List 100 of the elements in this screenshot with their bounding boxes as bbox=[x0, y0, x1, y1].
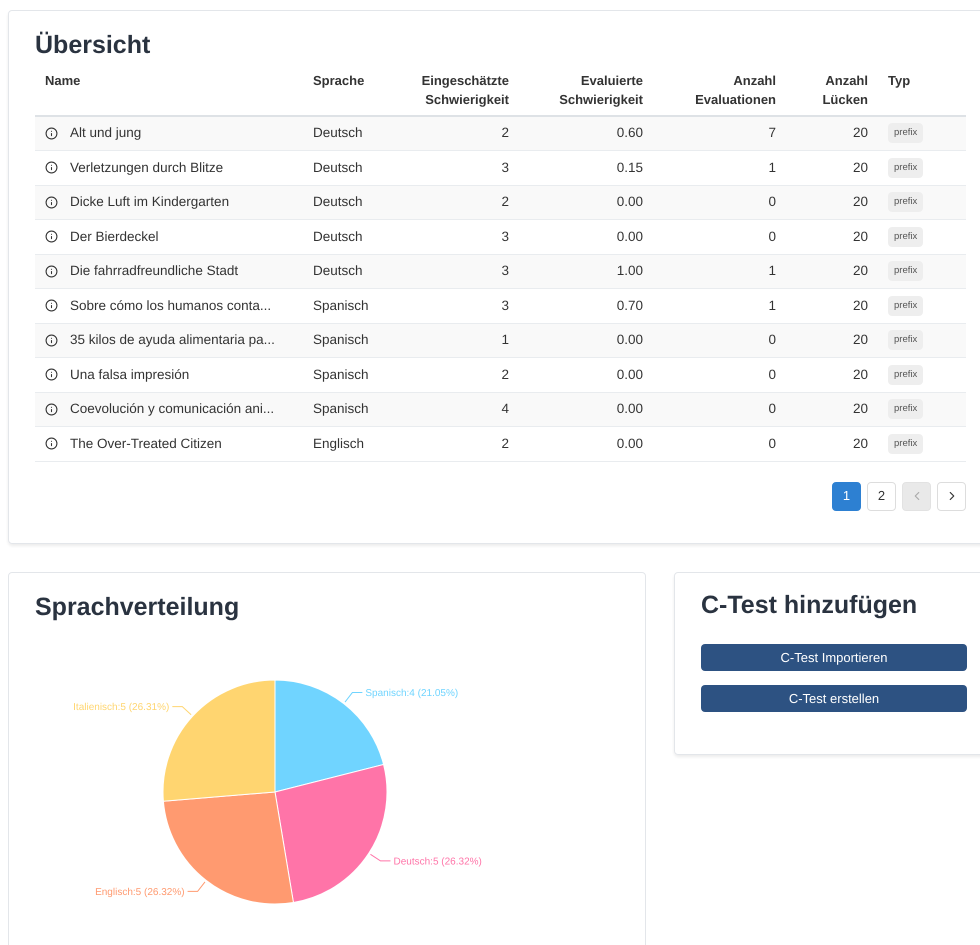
table-cell-text: 0.00 bbox=[616, 400, 643, 418]
type-tag: prefix bbox=[888, 226, 924, 247]
table-cell-text: Deutsch bbox=[313, 193, 363, 212]
card-title: Sprachverteilung bbox=[35, 592, 240, 622]
column-header: Name bbox=[45, 72, 80, 90]
leader-line bbox=[344, 692, 363, 703]
type-tag: prefix bbox=[888, 434, 924, 454]
table-cell-text: 20 bbox=[852, 296, 868, 315]
table-row[interactable]: Die fahrradfreundliche Stadt Deutsch 3 1.00 1 20 prefix bbox=[35, 254, 966, 289]
table-cell-text: 1 bbox=[768, 296, 776, 315]
table-cell-text: The Over-Treated Citizen bbox=[70, 434, 222, 453]
table-cell-text: 0.00 bbox=[616, 434, 643, 453]
type-tag: prefix bbox=[888, 399, 924, 420]
table-cell-text: 0.60 bbox=[616, 124, 643, 142]
type-tag: prefix bbox=[888, 330, 924, 350]
table-cell-text: 1 bbox=[768, 158, 776, 177]
column-header: Sprache bbox=[313, 72, 364, 90]
table-cell-text: 0 bbox=[768, 400, 776, 418]
type-tag: prefix bbox=[888, 261, 924, 282]
action-button[interactable]: C-Test Importieren bbox=[701, 644, 967, 671]
table-cell-text: 20 bbox=[852, 400, 868, 418]
info-icon[interactable] bbox=[45, 334, 58, 347]
table-cell-text: 0.70 bbox=[616, 296, 643, 315]
table-cell-text: Spanisch bbox=[313, 331, 369, 350]
slice-label: Deutsch:5 (26.32%) bbox=[393, 856, 482, 868]
table-cell-text: Spanisch bbox=[313, 296, 369, 315]
table-cell-text: 0.00 bbox=[616, 228, 643, 246]
table-cell-text: 20 bbox=[852, 262, 868, 280]
leader-line bbox=[187, 881, 206, 892]
column-header: Evaluierte Schwierigkeit bbox=[558, 72, 643, 108]
table-cell-text: 2 bbox=[501, 434, 509, 453]
leader-line bbox=[172, 706, 192, 716]
page-button[interactable]: 2 bbox=[867, 482, 896, 510]
table-cell-text: Der Bierdeckel bbox=[70, 228, 159, 246]
table-row[interactable]: 35 kilos de ayuda alimentaria pa... Spanisch 1 0.00 0 20 prefix bbox=[35, 324, 966, 358]
table-cell-text: 20 bbox=[852, 366, 868, 384]
slice-label: Italienisch:5 (26.31%) bbox=[73, 702, 170, 714]
type-tag: prefix bbox=[888, 296, 924, 316]
column-header: Eingeschätzte Schwierigkeit bbox=[420, 72, 509, 108]
type-tag: prefix bbox=[888, 364, 924, 385]
table-cell-text: 20 bbox=[852, 158, 868, 177]
table-cell-text: Deutsch bbox=[313, 262, 363, 280]
table-cell-text: 20 bbox=[852, 331, 868, 350]
type-tag: prefix bbox=[888, 123, 924, 144]
table-cell-text: Spanisch bbox=[313, 400, 369, 418]
table-cell-text: 20 bbox=[852, 434, 868, 453]
table-cell-text: 0.15 bbox=[616, 158, 643, 177]
table-cell-text: 0.00 bbox=[616, 193, 643, 212]
info-icon[interactable] bbox=[45, 196, 58, 209]
card-title: Übersicht bbox=[35, 30, 152, 61]
table-cell-text: Verletzungen durch Blitze bbox=[70, 158, 224, 177]
table-row[interactable]: Dicke Luft im Kindergarten Deutsch 2 0.00 0 20 prefix bbox=[35, 186, 966, 220]
table-cell-text: 35 kilos de ayuda alimentaria pa... bbox=[70, 331, 275, 350]
table-cell-text: 0.00 bbox=[616, 331, 643, 350]
table-cell-text: 2 bbox=[501, 193, 509, 212]
table-cell-text: Dicke Luft im Kindergarten bbox=[70, 193, 230, 212]
table-cell-text: 4 bbox=[501, 400, 509, 418]
table-cell-text: Deutsch bbox=[313, 228, 363, 246]
table-cell-text: Una falsa impresión bbox=[70, 366, 190, 384]
table-cell-text: 20 bbox=[852, 193, 868, 212]
table-cell-text: 0.00 bbox=[616, 366, 643, 384]
leader-line bbox=[370, 854, 391, 862]
table-cell-text: 1.00 bbox=[616, 262, 643, 280]
column-header: Anzahl Lücken bbox=[821, 72, 868, 108]
table-cell-text: Die fahrradfreundliche Stadt bbox=[70, 262, 238, 280]
table-cell-text: Spanisch bbox=[313, 366, 369, 384]
info-icon[interactable] bbox=[45, 437, 58, 450]
slice-label: Spanisch:4 (21.05%) bbox=[365, 688, 458, 700]
table-cell-text: 20 bbox=[852, 228, 868, 246]
page-button[interactable]: 1 bbox=[832, 482, 861, 510]
type-tag: prefix bbox=[888, 192, 924, 212]
info-icon[interactable] bbox=[45, 402, 58, 416]
action-button[interactable]: C-Test erstellen bbox=[701, 685, 967, 712]
info-icon[interactable] bbox=[45, 368, 58, 382]
info-icon[interactable] bbox=[45, 264, 58, 278]
table-cell-text: 2 bbox=[501, 124, 509, 142]
info-icon[interactable] bbox=[45, 126, 58, 140]
table-cell-text: Coevolución y comunicación ani... bbox=[70, 400, 274, 418]
table-cell-text: 0 bbox=[768, 193, 776, 212]
table-cell-text: 0 bbox=[768, 228, 776, 246]
info-icon[interactable] bbox=[45, 230, 58, 244]
info-icon[interactable] bbox=[45, 299, 58, 312]
table-cell-text: Alt und jung bbox=[70, 124, 142, 142]
table-cell-text: 3 bbox=[501, 228, 509, 246]
table-row[interactable]: Alt und jung Deutsch 2 0.60 7 20 prefix bbox=[35, 116, 966, 151]
table-cell-text: 0 bbox=[768, 331, 776, 350]
column-header: Anzahl Evaluationen bbox=[694, 72, 776, 108]
table-cell-text: 7 bbox=[768, 124, 776, 142]
table-cell-text: 3 bbox=[501, 296, 509, 315]
table-cell-text: 2 bbox=[501, 366, 509, 384]
slice-label: Englisch:5 (26.32%) bbox=[95, 886, 185, 898]
info-icon[interactable] bbox=[45, 161, 58, 174]
table-cell-text: 3 bbox=[501, 158, 509, 177]
column-header: Typ bbox=[888, 72, 910, 90]
table-cell-text: 20 bbox=[852, 124, 868, 142]
table-cell-text: 0 bbox=[768, 434, 776, 453]
table-cell-text: Englisch bbox=[313, 434, 364, 453]
table-cell-text: Deutsch bbox=[313, 158, 363, 177]
table-cell-text: 0 bbox=[768, 366, 776, 384]
table-row[interactable]: Coevolución y comunicación ani... Spanisch 4 0.00 0 20 prefix bbox=[35, 392, 966, 427]
